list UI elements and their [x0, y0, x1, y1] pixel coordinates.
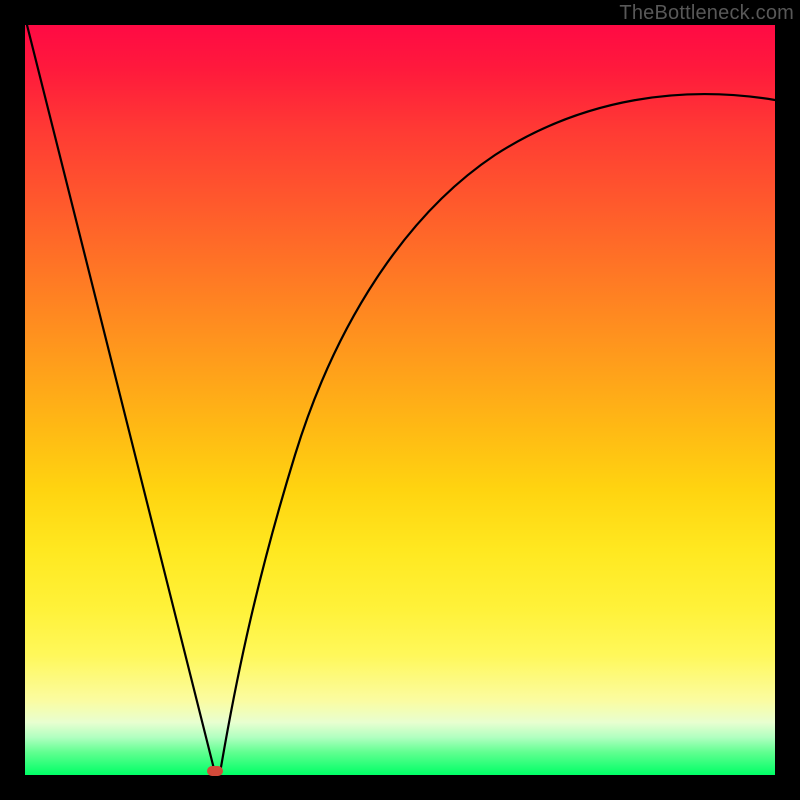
plot-area: [25, 25, 775, 775]
chart-frame: [25, 25, 775, 775]
curve-layer: [25, 25, 775, 775]
bottleneck-marker: [207, 766, 223, 776]
curve-right: [220, 94, 775, 773]
curve-left: [27, 25, 215, 773]
attribution-text: TheBottleneck.com: [619, 2, 794, 25]
